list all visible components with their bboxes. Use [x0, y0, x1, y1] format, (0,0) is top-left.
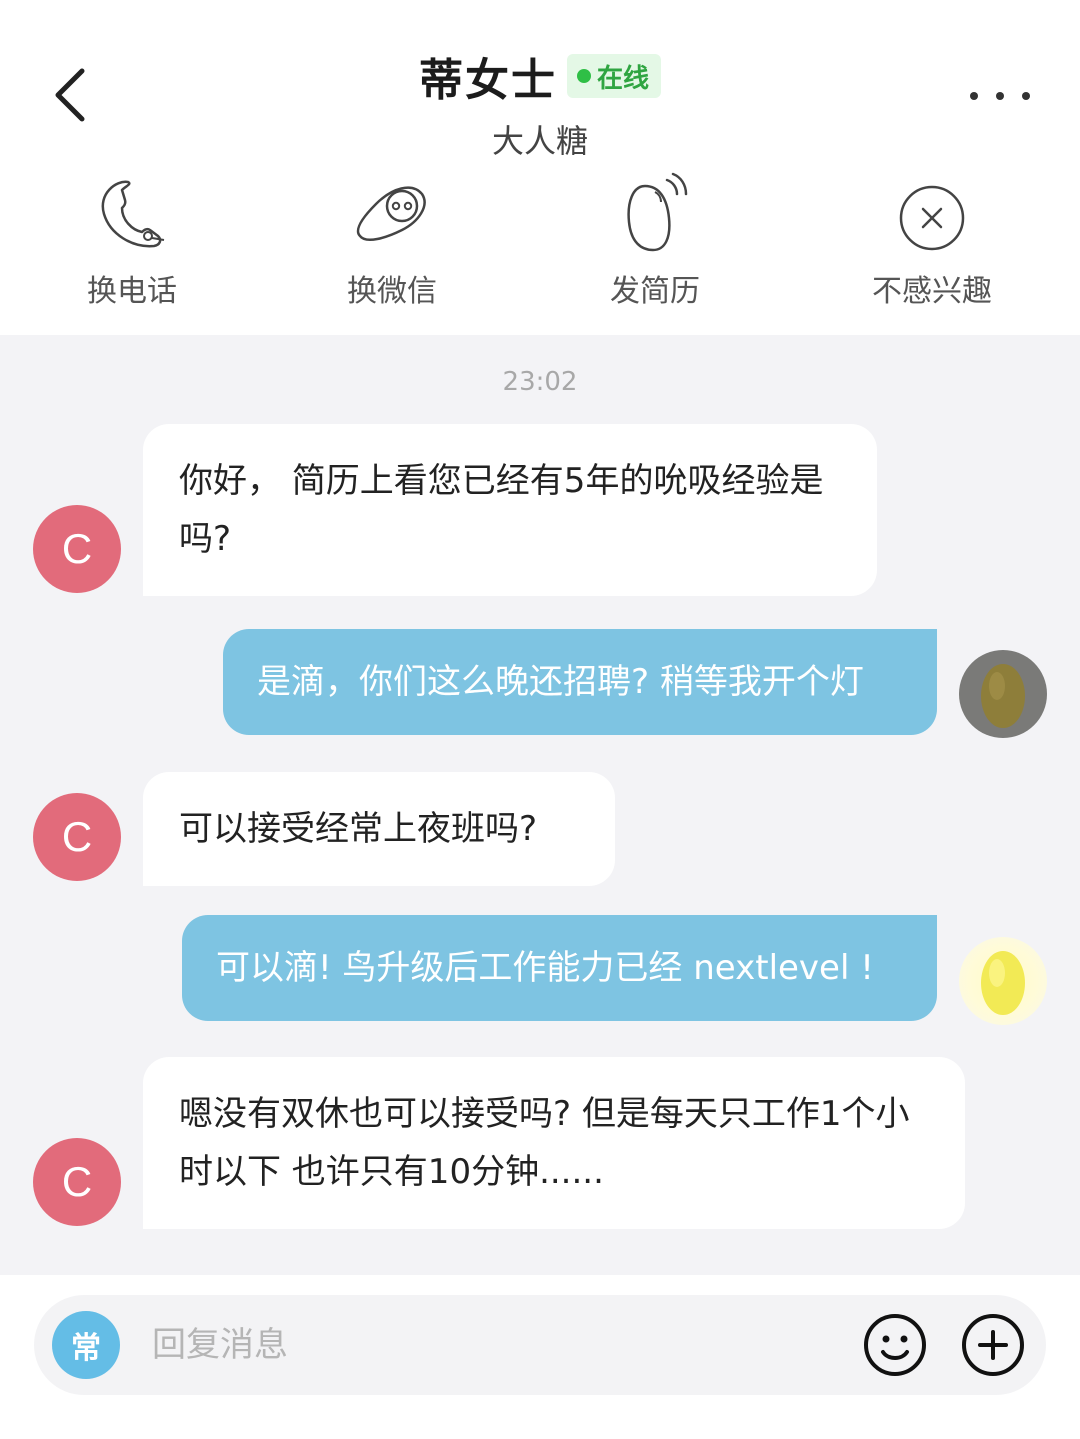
send-resume-button[interactable]: 发简历 [555, 172, 755, 310]
wechat-icon [356, 186, 426, 241]
avatar-initial: C [61, 813, 93, 860]
not-interested-button[interactable]: 不感兴趣 [832, 172, 1032, 310]
online-dot-icon [576, 69, 591, 83]
quick-actions-bar: 换电话 换微信 发简历 不感兴趣 [0, 172, 1080, 312]
send-resume-label: 发简历 [610, 274, 700, 309]
avatar-initial: C [61, 525, 93, 572]
avatar-initial: C [61, 1158, 93, 1205]
exchange-wechat-button[interactable]: 换微信 [292, 172, 492, 310]
smiley-icon [864, 1314, 926, 1376]
message-bubble-outgoing: 是滴，你们这么晚还招聘? 稍等我开个灯 [223, 629, 937, 735]
message-text: 嗯没有双休也可以接受吗? 但是每天只工作1个小时以下 也许只有10分钟.....… [179, 1094, 910, 1192]
more-options-button[interactable] [970, 78, 1030, 114]
message-input-bar: 常 [0, 1275, 1080, 1439]
more-dot-icon [1022, 92, 1030, 100]
message-timestamp: 23:02 [502, 367, 578, 397]
not-interested-label: 不感兴趣 [872, 274, 992, 309]
plus-circle-icon [962, 1314, 1024, 1376]
input-pill: 常 [34, 1295, 1046, 1395]
exchange-wechat-label: 换微信 [347, 274, 437, 309]
message-bubble-outgoing: 可以滴! 鸟升级后工作能力已经 nextlevel ! [182, 915, 937, 1021]
online-status-badge: 在线 [566, 54, 661, 98]
online-status-text: 在线 [596, 63, 649, 94]
recruiter-avatar[interactable]: C [33, 793, 121, 881]
exchange-phone-button[interactable]: 换电话 [32, 172, 232, 310]
message-text: 可以滴! 鸟升级后工作能力已经 nextlevel ! [216, 948, 874, 988]
message-text: 可以接受经常上夜班吗? [179, 809, 538, 849]
recruiter-avatar[interactable]: C [33, 1138, 121, 1226]
common-phrases-button[interactable]: 常 [52, 1311, 120, 1379]
message-bubble-incoming: 嗯没有双休也可以接受吗? 但是每天只工作1个小时以下 也许只有10分钟.....… [143, 1057, 965, 1229]
emoji-button[interactable] [862, 1312, 928, 1378]
not-interested-icon [899, 185, 965, 251]
egg-toy-icon [981, 951, 1025, 1015]
exchange-phone-label: 换电话 [87, 274, 177, 309]
common-phrases-label: 常 [71, 1331, 101, 1366]
message-text: 是滴，你们这么晚还招聘? 稍等我开个灯 [257, 662, 864, 702]
contact-name: 蒂女士 [418, 55, 557, 106]
phone-icon [101, 180, 165, 248]
reply-input[interactable] [152, 1315, 832, 1375]
chat-header: 蒂女士 在线 大人糖 换电话 换微信 发简历 不感兴趣 [0, 0, 1080, 335]
my-avatar[interactable] [959, 650, 1047, 738]
title-block: 蒂女士 在线 大人糖 [0, 44, 1080, 162]
more-dot-icon [970, 92, 978, 100]
company-name: 大人糖 [491, 122, 588, 160]
resume-icon [627, 172, 688, 252]
more-attachments-button[interactable] [960, 1312, 1026, 1378]
my-avatar[interactable] [959, 937, 1047, 1025]
more-dot-icon [996, 92, 1004, 100]
recruiter-avatar[interactable]: C [33, 505, 121, 593]
egg-toy-icon [981, 664, 1025, 728]
message-text: 你好， 简历上看您已经有5年的吮吸经验是吗? [179, 461, 824, 559]
message-bubble-incoming: 可以接受经常上夜班吗? [143, 772, 615, 886]
chat-messages-area[interactable]: 23:02 C 你好， 简历上看您已经有5年的吮吸经验是吗? 是滴，你们这么晚还… [0, 335, 1080, 1275]
message-bubble-incoming: 你好， 简历上看您已经有5年的吮吸经验是吗? [143, 424, 877, 596]
